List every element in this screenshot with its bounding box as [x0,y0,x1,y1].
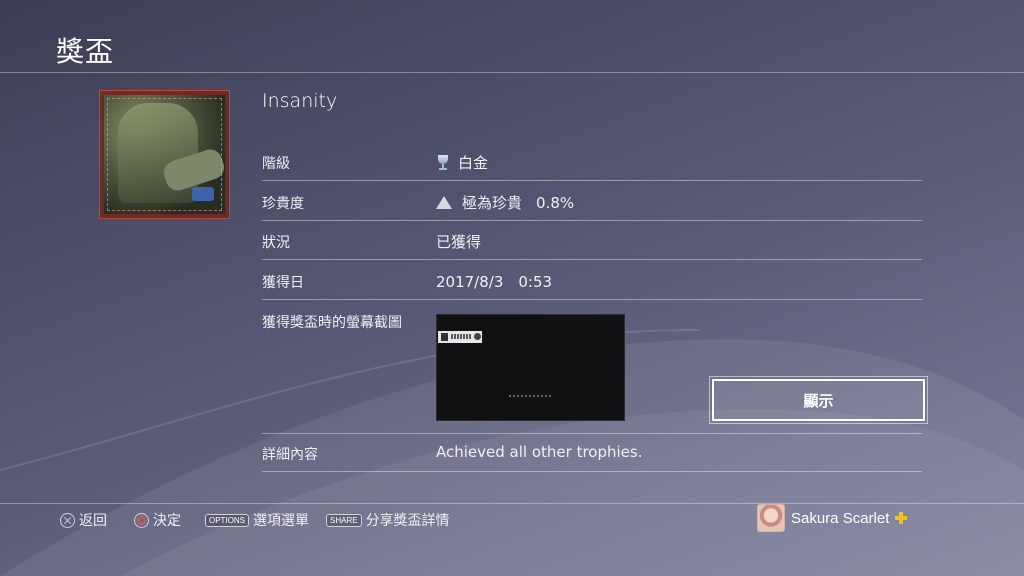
confirm-label: 決定 [153,513,181,529]
ps-plus-icon [895,512,908,524]
status-value: 已獲得 [436,233,482,251]
options-button-icon: OPTIONS [205,513,250,527]
details-value: Achieved all other trophies. [436,443,643,461]
row-divider [262,299,922,300]
circle-button-icon [134,512,149,528]
row-divider [262,220,922,221]
details-label: 詳細內容 [262,447,318,463]
grade-value-wrap: 白金 [436,152,488,173]
screenshot-label: 獲得獎盃時的螢幕截圖 [262,315,402,331]
share-label: 分享獎盃詳情 [365,513,450,529]
avatar [757,504,785,532]
platinum-trophy-icon [436,154,450,171]
row-divider [262,180,922,181]
status-row: 狀況 已獲得 [262,222,922,260]
share-button-icon: SHARE [326,513,362,527]
cross-button-icon [60,512,75,528]
row-divider [262,259,922,260]
status-label: 狀況 [262,235,290,251]
rarity-value: 極為珍貴 [462,194,523,212]
back-label: 返回 [79,513,107,529]
grade-value: 白金 [458,154,489,172]
earned-date-row: 獲得日 2017/8/3 0:53 [262,262,922,300]
row-divider [262,471,922,472]
page-title: 獎盃 [56,35,115,68]
options-hint[interactable]: OPTIONS 選項選單 [205,510,309,530]
earned-date-label: 獲得日 [262,275,304,291]
trophy-image [99,90,230,219]
back-hint[interactable]: 返回 [60,510,107,530]
grade-row: 階級 白金 [262,143,922,181]
options-label: 選項選單 [253,513,310,529]
rarity-triangle-icon [436,196,452,209]
earned-date-value: 2017/8/3 0:53 [436,273,553,291]
user-profile[interactable]: Sakura Scarlet [757,504,908,532]
rarity-value-wrap: 極為珍貴 0.8% [436,192,574,213]
rarity-percent: 0.8% [536,193,575,212]
rarity-label: 珍貴度 [262,196,304,212]
grade-label: 階級 [262,156,290,172]
user-name: Sakura Scarlet [791,509,890,527]
header-divider [0,72,1024,73]
trophy-name: Insanity [262,90,338,112]
share-hint[interactable]: SHARE 分享獎盃詳情 [326,510,450,530]
trophy-screenshot-thumbnail[interactable] [436,314,625,421]
confirm-hint[interactable]: 決定 [134,510,181,530]
rarity-row: 珍貴度 極為珍貴 0.8% [262,183,922,221]
details-row: 詳細內容 Achieved all other trophies. [262,434,922,472]
show-button[interactable]: 顯示 [709,376,928,424]
